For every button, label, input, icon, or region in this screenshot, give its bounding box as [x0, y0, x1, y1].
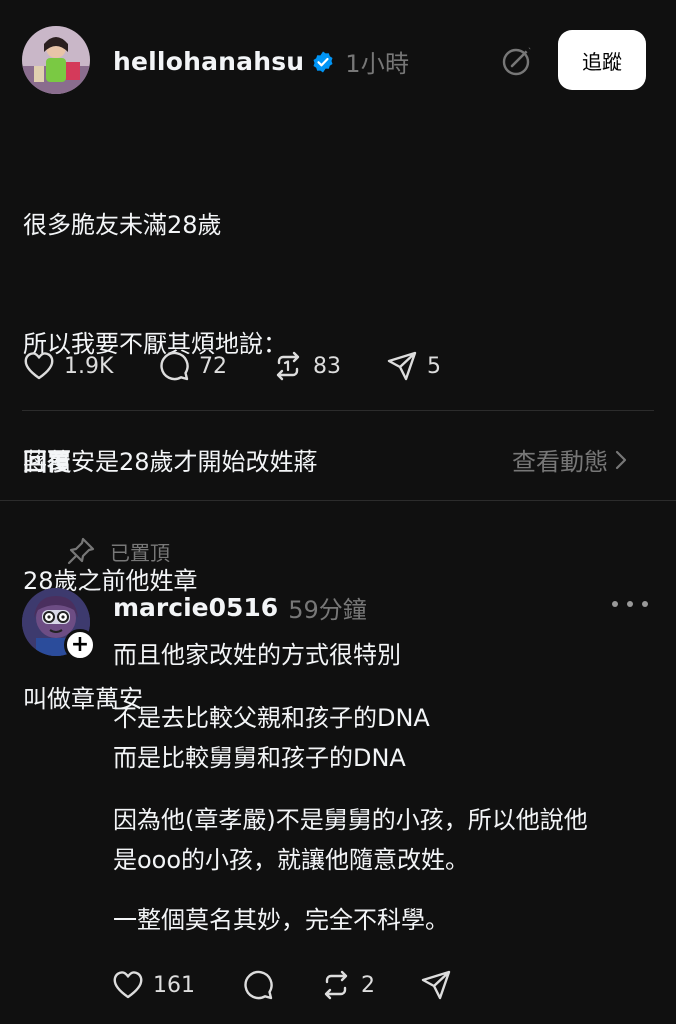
commenter-name[interactable]: marcie0516 — [113, 593, 278, 622]
more-icon[interactable] — [612, 590, 648, 618]
post-actions: 1.9K 72 83 5 — [22, 346, 441, 386]
replies-label: 回覆 — [23, 448, 71, 476]
pinned-label: 已置頂 — [110, 540, 170, 565]
post-timestamp: 1小時 — [345, 50, 410, 78]
comment-paragraph: 不是去比較父親和孩子的DNA 而是比較舅舅和孩子的DNA — [113, 704, 430, 772]
view-activity-link[interactable]: 查看動態 — [512, 442, 628, 477]
divider — [22, 410, 654, 411]
section-divider — [0, 500, 676, 501]
comment-repost-button[interactable]: 2 — [319, 968, 419, 1002]
plus-icon: + — [70, 632, 90, 657]
chevron-right-icon — [615, 450, 627, 469]
comment-paragraph: 因為他(章孝嚴)不是舅舅的小孩，所以他說他 是ooo的小孩，就讓他隨意改姓。 — [113, 806, 588, 874]
repost-button[interactable]: 83 — [271, 349, 385, 383]
comment-reply-button[interactable] — [241, 968, 319, 1002]
comment-icon — [160, 351, 189, 381]
follow-button[interactable]: 追蹤 — [558, 30, 646, 90]
pinned-indicator: 已置頂 — [66, 536, 170, 566]
author-avatar[interactable] — [22, 26, 90, 94]
comment-icon — [244, 970, 273, 1000]
post-line: 很多脆友未滿28歲 — [23, 211, 222, 239]
heart-icon — [24, 352, 54, 380]
comment-button[interactable]: 72 — [157, 349, 271, 383]
view-activity-label: 查看動態 — [512, 448, 608, 476]
comment-timestamp: 59分鐘 — [288, 596, 367, 624]
verified-badge-icon — [313, 51, 333, 72]
comment-actions: 161 2 — [111, 965, 453, 1005]
share-icon — [421, 970, 451, 1000]
comment-paragraph: 一整個莫名其妙，完全不科學。 — [113, 906, 449, 934]
repost-count: 83 — [313, 353, 341, 379]
heart-icon — [113, 971, 143, 999]
repost-icon — [324, 970, 348, 1000]
comment-repost-count: 2 — [361, 972, 375, 998]
author-username[interactable]: hellohanahsu 1小時 — [113, 44, 409, 79]
share-icon — [387, 351, 417, 381]
comment-share-button[interactable] — [419, 968, 453, 1002]
comment-like-button[interactable]: 161 — [111, 968, 241, 1002]
author-name[interactable]: hellohanahsu — [113, 47, 304, 76]
comment-count: 72 — [199, 353, 227, 379]
comment-paragraph: 而且他家改姓的方式很特別 — [113, 641, 401, 669]
follow-commenter-button[interactable]: + — [64, 629, 96, 661]
comment-like-count: 161 — [153, 972, 195, 998]
commenter-username[interactable]: marcie0516 59分鐘 — [113, 590, 367, 625]
share-count: 5 — [427, 353, 441, 379]
pin-icon — [67, 537, 95, 565]
like-count: 1.9K — [64, 353, 114, 379]
like-button[interactable]: 1.9K — [22, 349, 157, 383]
share-button[interactable]: 5 — [385, 349, 441, 383]
repost-icon — [276, 351, 300, 381]
edit-icon[interactable] — [500, 44, 534, 78]
